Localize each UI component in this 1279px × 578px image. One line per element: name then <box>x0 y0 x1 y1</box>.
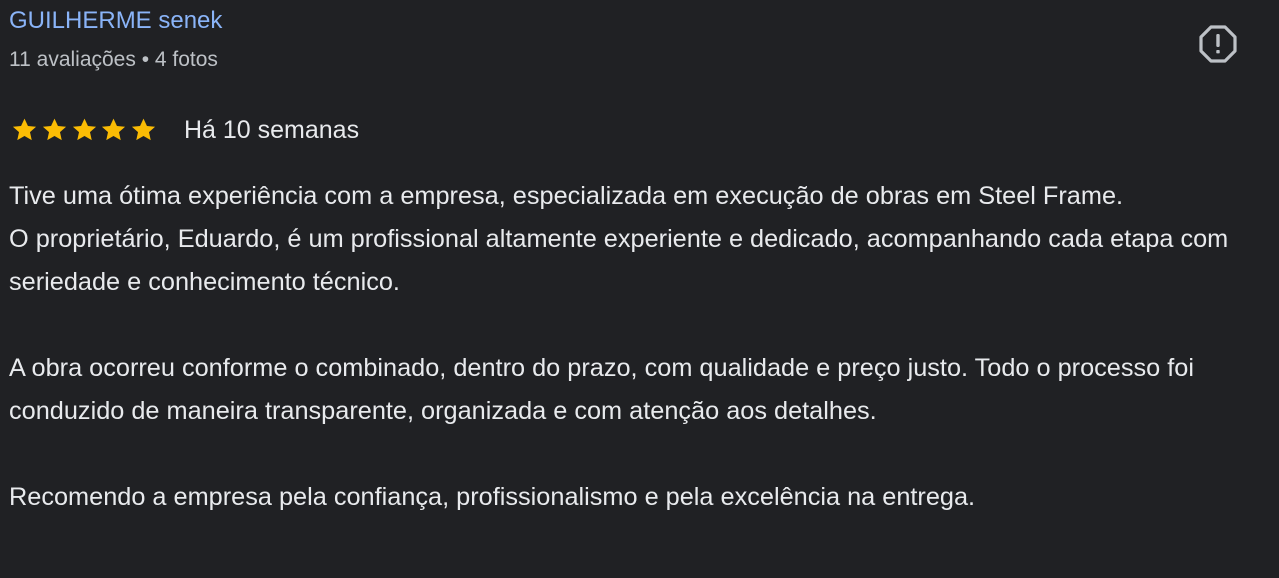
review-text: Tive uma ótima experiência com a empresa… <box>9 175 1275 519</box>
star-icon <box>102 118 126 141</box>
review-date: Há 10 semanas <box>183 116 360 144</box>
review-paragraph: Recomendo a empresa pela confiança, prof… <box>9 483 976 511</box>
reviewer-name-link[interactable]: GUILHERME senek <box>9 6 222 36</box>
review-card: GUILHERME senek 11 avaliações • 4 fotos <box>0 0 1279 578</box>
report-review-button[interactable] <box>1196 22 1240 66</box>
star-icon <box>12 118 37 141</box>
review-paragraph: A obra ocorreu conforme o combinado, den… <box>9 354 1194 425</box>
star-icon <box>72 118 96 141</box>
reviewer-stats: 11 avaliações • 4 fotos <box>9 48 218 71</box>
review-paragraph: Tive uma ótima experiência com a empresa… <box>9 182 1124 210</box>
review-paragraph: O proprietário, Eduardo, é um profission… <box>9 225 1229 296</box>
star-rating <box>10 116 159 144</box>
star-icon <box>42 118 66 141</box>
report-icon <box>1199 25 1237 63</box>
rating-row: Há 10 semanas <box>10 113 359 147</box>
star-icon <box>132 118 156 141</box>
